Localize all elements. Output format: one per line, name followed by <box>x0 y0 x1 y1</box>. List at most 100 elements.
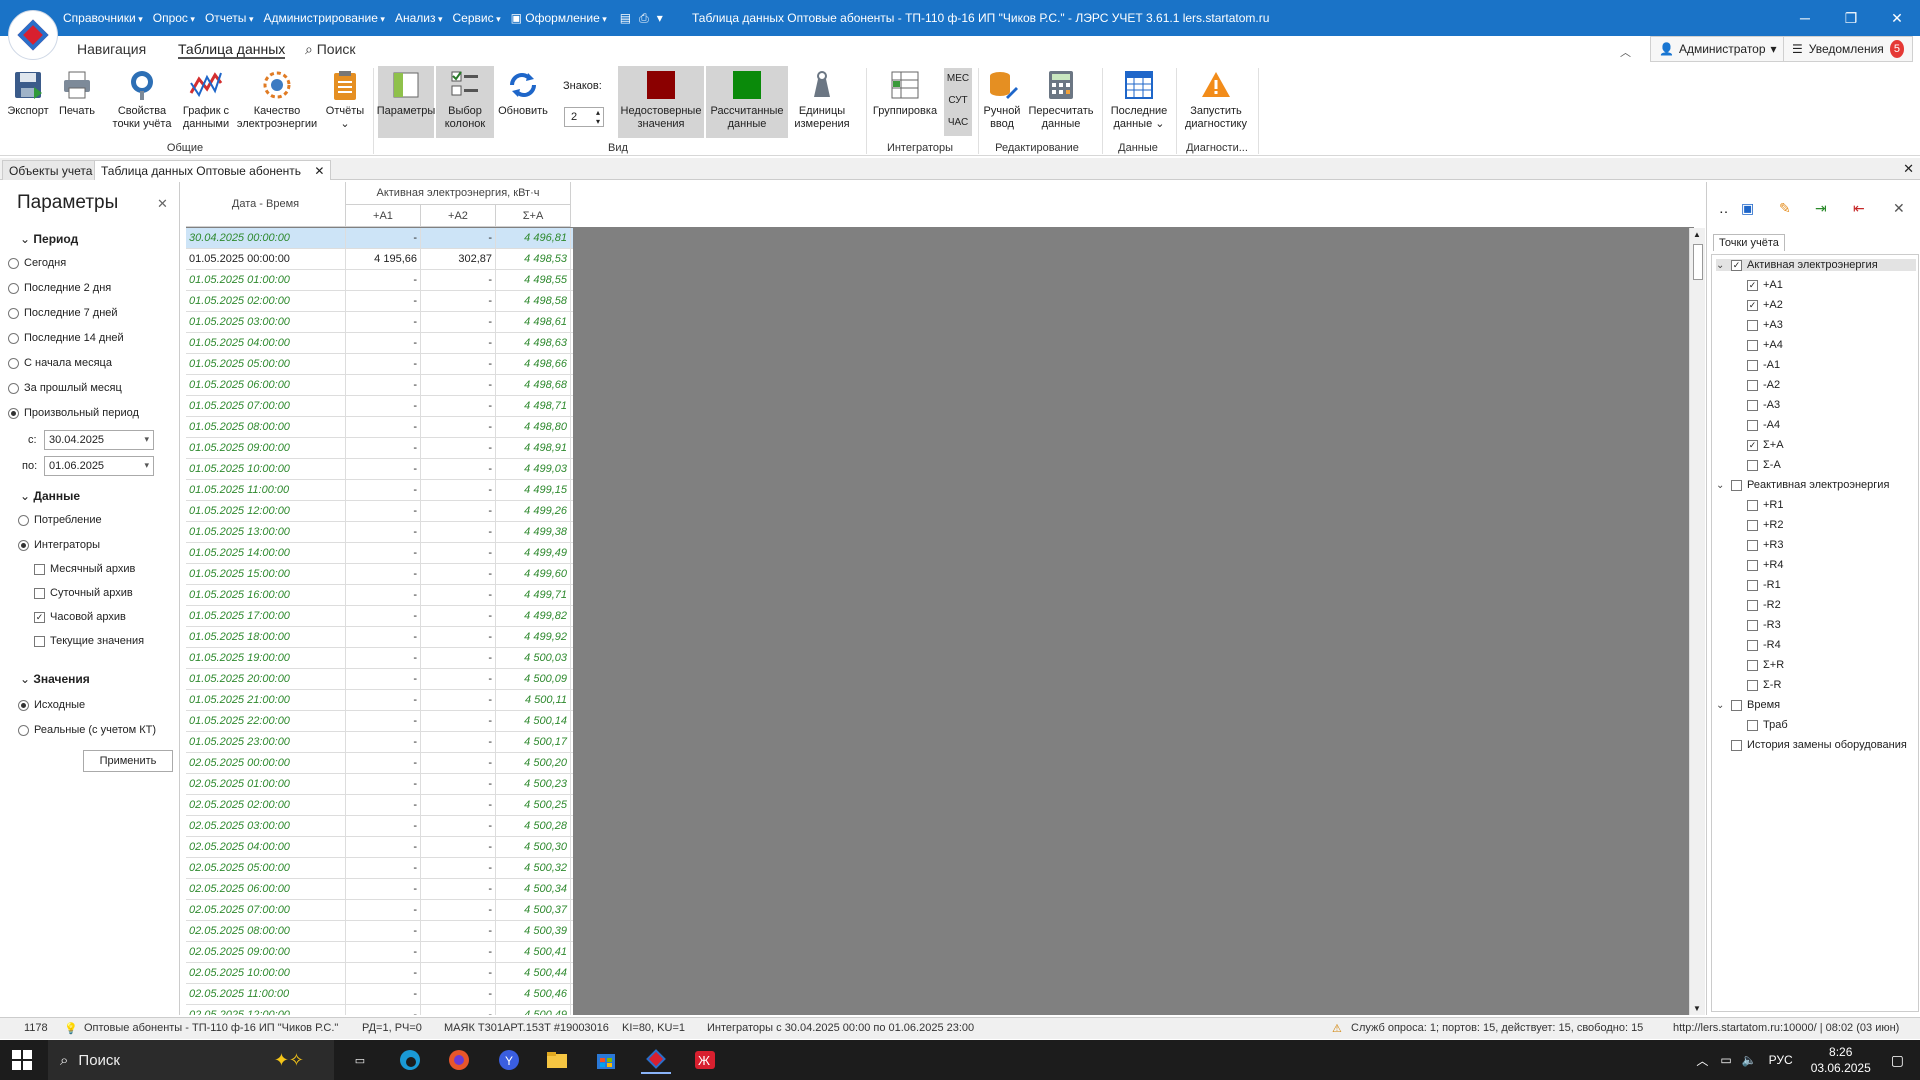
cell-sum-a[interactable]: 4 500,17 <box>496 732 571 752</box>
tree-channel-node[interactable]: -A1 <box>1732 359 1780 371</box>
cell-datetime[interactable]: 01.05.2025 12:00:00 <box>186 501 346 521</box>
cell-sum-a[interactable]: 4 496,81 <box>496 228 571 248</box>
tree-channel-node[interactable]: Σ-A <box>1732 459 1781 471</box>
taskbar-search[interactable]: ⌕ Поиск ✦✧ <box>48 1040 334 1080</box>
volume-icon[interactable]: 🔈 <box>1742 1053 1757 1067</box>
units-button[interactable]: Единицы измерения <box>790 66 854 138</box>
chevron-down-icon[interactable]: ⌄ <box>1716 260 1726 271</box>
close-icon[interactable]: ✕ <box>1893 200 1905 217</box>
month-archive-option[interactable]: МЕС <box>944 68 972 84</box>
checkbox-icon[interactable] <box>1747 719 1758 731</box>
values-original[interactable]: Исходные <box>18 699 85 711</box>
hourly-archive-checkbox[interactable]: ✓ Часовой архив <box>34 611 126 623</box>
cell-a2[interactable]: - <box>421 228 496 248</box>
cell-sum-a[interactable]: 4 499,92 <box>496 627 571 647</box>
user-menu-button[interactable]: 👤 Администратор ▾ <box>1650 36 1786 62</box>
cell-datetime[interactable]: 02.05.2025 02:00:00 <box>186 795 346 815</box>
cell-datetime[interactable]: 01.05.2025 09:00:00 <box>186 438 346 458</box>
tab-search[interactable]: ⌕ Поиск <box>305 41 356 58</box>
cell-a2[interactable]: - <box>421 543 496 563</box>
period-last-2-days[interactable]: Последние 2 дня <box>8 282 111 294</box>
menu-service[interactable]: Сервис <box>447 11 505 25</box>
checkbox-icon[interactable] <box>1747 359 1758 371</box>
cell-sum-a[interactable]: 4 498,80 <box>496 417 571 437</box>
cell-datetime[interactable]: 01.05.2025 21:00:00 <box>186 690 346 710</box>
cell-a2[interactable]: - <box>421 312 496 332</box>
table-row[interactable]: 01.05.2025 04:00:00- -4 498,63 <box>186 333 573 354</box>
cell-datetime[interactable]: 02.05.2025 03:00:00 <box>186 816 346 836</box>
invalid-values-toggle[interactable]: Недостоверные значения <box>618 66 704 138</box>
cell-a1[interactable]: - <box>346 690 421 710</box>
cell-datetime[interactable]: 01.05.2025 22:00:00 <box>186 711 346 731</box>
save-icon[interactable]: ▣ <box>1741 200 1754 217</box>
table-row[interactable]: 02.05.2025 03:00:00- -4 500,28 <box>186 816 573 837</box>
cell-sum-a[interactable]: 4 500,46 <box>496 984 571 1004</box>
cell-datetime[interactable]: 01.05.2025 13:00:00 <box>186 522 346 542</box>
cell-a1[interactable]: - <box>346 543 421 563</box>
tree-channel-node[interactable]: -A3 <box>1732 399 1780 411</box>
vertical-scrollbar[interactable]: ▲ ▼ <box>1689 228 1705 1015</box>
checkbox-icon[interactable] <box>1747 599 1758 611</box>
checkbox-icon[interactable] <box>1747 319 1758 331</box>
table-row[interactable]: 01.05.2025 06:00:00- -4 498,68 <box>186 375 573 396</box>
cell-datetime[interactable]: 01.05.2025 14:00:00 <box>186 543 346 563</box>
cell-sum-a[interactable]: 4 500,39 <box>496 921 571 941</box>
cell-a1[interactable]: - <box>346 291 421 311</box>
cell-a1[interactable]: - <box>346 858 421 878</box>
table-row[interactable]: 01.05.2025 19:00:00- -4 500,03 <box>186 648 573 669</box>
table-row[interactable]: 02.05.2025 05:00:00- -4 500,32 <box>186 858 573 879</box>
cell-a1[interactable]: - <box>346 354 421 374</box>
cell-a1[interactable]: - <box>346 375 421 395</box>
cell-sum-a[interactable]: 4 500,37 <box>496 900 571 920</box>
table-row[interactable]: 30.04.2025 00:00:00- -4 496,81 <box>186 228 573 249</box>
table-row[interactable]: 01.05.2025 03:00:00- -4 498,61 <box>186 312 573 333</box>
cell-sum-a[interactable]: 4 498,71 <box>496 396 571 416</box>
table-row[interactable]: 02.05.2025 07:00:00- -4 500,37 <box>186 900 573 921</box>
parameters-toggle[interactable]: Параметры <box>377 66 435 138</box>
menu-admin[interactable]: Администрирование <box>258 11 389 25</box>
cell-a2[interactable]: - <box>421 564 496 584</box>
cell-a1[interactable]: - <box>346 732 421 752</box>
cell-sum-a[interactable]: 4 500,03 <box>496 648 571 668</box>
cell-a2[interactable]: - <box>421 774 496 794</box>
cell-datetime[interactable]: 01.05.2025 18:00:00 <box>186 627 346 647</box>
hour-archive-option[interactable]: ЧАС <box>944 106 972 128</box>
table-row[interactable]: 01.05.2025 15:00:00- -4 499,60 <box>186 564 573 585</box>
manual-input-button[interactable]: Ручной ввод <box>980 66 1024 138</box>
firefox-icon[interactable] <box>444 1046 474 1074</box>
checkbox-icon[interactable] <box>1747 579 1758 591</box>
tree-channel-node[interactable]: ✓ +A1 <box>1732 279 1783 291</box>
cell-sum-a[interactable]: 4 500,25 <box>496 795 571 815</box>
cell-a2[interactable]: - <box>421 354 496 374</box>
data-consumption[interactable]: Потребление <box>18 514 102 526</box>
period-today[interactable]: Сегодня <box>8 257 66 269</box>
date-to-field[interactable]: 01.06.2025 <box>44 456 154 476</box>
scroll-down-icon[interactable]: ▼ <box>1693 1004 1701 1013</box>
cell-datetime[interactable]: 30.04.2025 00:00:00 <box>186 228 346 248</box>
table-row[interactable]: 01.05.2025 10:00:00- -4 499,03 <box>186 459 573 480</box>
checkbox-icon[interactable] <box>1747 659 1758 671</box>
cell-a1[interactable]: - <box>346 438 421 458</box>
cell-a2[interactable]: - <box>421 879 496 899</box>
windows-start-icon[interactable] <box>12 1050 32 1070</box>
cell-a1[interactable]: - <box>346 585 421 605</box>
cell-sum-a[interactable]: 4 500,30 <box>496 837 571 857</box>
cell-a2[interactable]: - <box>421 606 496 626</box>
tab-data-table[interactable]: Таблица данных <box>178 41 286 59</box>
cell-datetime[interactable]: 02.05.2025 10:00:00 <box>186 963 346 983</box>
chevron-down-icon[interactable]: ⌄ <box>1716 480 1726 491</box>
cell-sum-a[interactable]: 4 500,09 <box>496 669 571 689</box>
table-row[interactable]: 01.05.2025 00:00:00 4 195,66 302,87 4 498,5… <box>186 249 573 270</box>
close-tab-icon[interactable]: ✕ <box>314 164 324 178</box>
remote-app-icon[interactable]: Ж <box>690 1046 720 1074</box>
cell-a2[interactable]: - <box>421 984 496 1004</box>
remove-icon[interactable]: ⇤ <box>1853 200 1865 217</box>
cell-a1[interactable]: - <box>346 417 421 437</box>
menu-reports[interactable]: Отчеты <box>200 11 259 25</box>
tree-group-node[interactable]: История замены оборудования <box>1716 739 1907 751</box>
tree-channel-node[interactable]: +R3 <box>1732 539 1784 551</box>
cell-datetime[interactable]: 01.05.2025 19:00:00 <box>186 648 346 668</box>
checkbox-icon[interactable] <box>1731 699 1742 711</box>
scroll-up-icon[interactable]: ▲ <box>1693 230 1701 239</box>
store-icon[interactable] <box>591 1046 621 1074</box>
